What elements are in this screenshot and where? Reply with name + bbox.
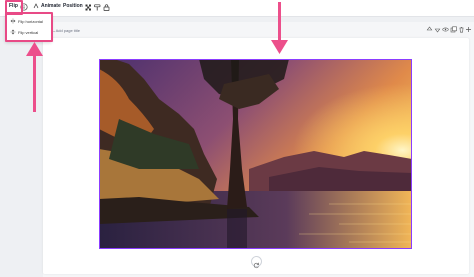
page-title-input[interactable]: Add page title xyxy=(56,28,80,33)
add-page-icon[interactable] xyxy=(465,26,472,33)
annotation-arrow-down-head xyxy=(271,40,288,54)
lock-button[interactable] xyxy=(102,3,111,12)
animate-button-label: Animate xyxy=(41,3,61,9)
selection-outline xyxy=(99,59,412,249)
animate-icon xyxy=(33,3,39,9)
rotate-handle[interactable] xyxy=(251,256,262,269)
transparency-button[interactable] xyxy=(84,3,93,12)
style-button[interactable] xyxy=(93,3,102,12)
position-button-label: Position xyxy=(63,3,83,9)
animate-button[interactable]: Animate xyxy=(33,3,61,9)
move-down-icon[interactable] xyxy=(434,26,441,33)
rotate-icon xyxy=(253,262,259,269)
annotation-arrow-up-head xyxy=(26,42,43,56)
annotation-arrow-up-shaft xyxy=(33,52,36,112)
move-up-icon[interactable] xyxy=(426,26,433,33)
editor-toolbar: Flip Animate Position xyxy=(0,0,474,17)
transparency-icon xyxy=(85,4,91,11)
position-button[interactable]: Position xyxy=(63,3,83,9)
paint-roller-icon xyxy=(94,4,101,11)
lock-icon xyxy=(103,4,110,11)
flip-menu-highlight xyxy=(5,12,53,42)
delete-page-icon[interactable] xyxy=(458,26,465,33)
annotation-arrow-down-shaft xyxy=(278,2,281,42)
hide-page-icon[interactable] xyxy=(442,26,449,33)
duplicate-page-icon[interactable] xyxy=(450,26,457,33)
page-header: 4 - Add page title xyxy=(43,24,472,38)
